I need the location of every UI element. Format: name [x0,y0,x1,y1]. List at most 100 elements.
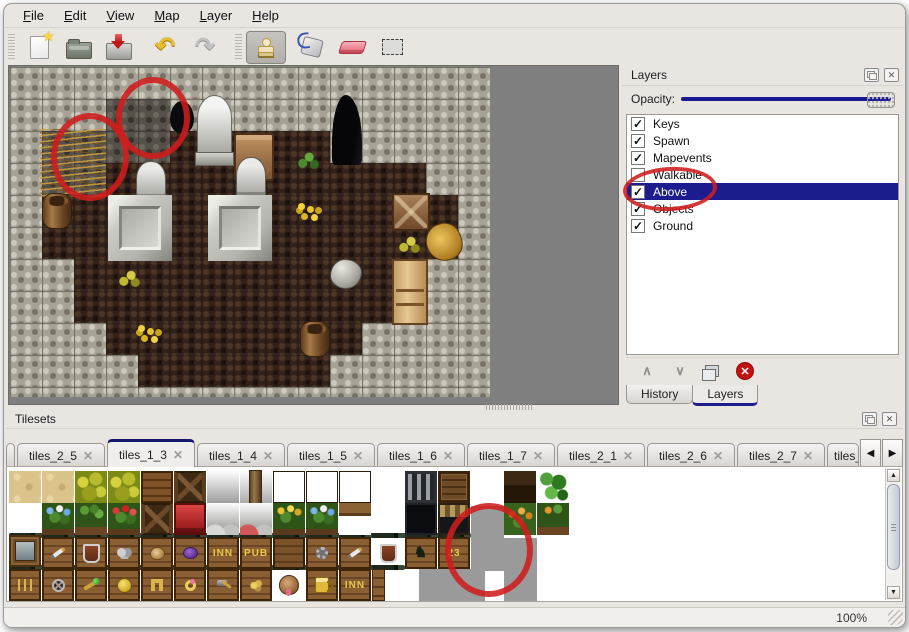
tileset-tile-pot[interactable] [141,537,173,569]
float-icon[interactable] [862,412,877,426]
tab-close-icon[interactable]: ✕ [443,449,453,463]
map-tile[interactable] [42,227,74,259]
tileset-tile-sword[interactable] [42,537,74,569]
map-tile[interactable] [74,67,106,99]
map-tile[interactable] [74,259,106,291]
tileset-tile-armor[interactable] [108,537,140,569]
tileset-tile-bush[interactable] [108,471,140,503]
delete-layer-button[interactable]: ✕ [735,362,755,380]
tileset-tile-flowers-blue[interactable] [306,503,338,535]
tab-close-icon[interactable]: ✕ [263,449,273,463]
map-tile[interactable] [362,131,394,163]
vertical-scrollbar[interactable]: ▲ ▼ [885,468,901,600]
map-tile[interactable] [458,99,490,131]
map-tile[interactable] [10,291,42,323]
map-tile[interactable] [458,163,490,195]
map-tile[interactable] [106,323,138,355]
map-tile[interactable] [330,387,362,397]
map-tile[interactable] [106,387,138,397]
tileset-tile-arch-red[interactable] [240,503,272,535]
map-tile[interactable] [426,131,458,163]
save-button[interactable] [99,31,139,64]
map-tile[interactable] [426,387,458,397]
tab-close-icon[interactable]: ✕ [353,449,363,463]
tileset-tile-awning[interactable] [438,503,470,535]
map-tile[interactable] [10,323,42,355]
map-tile[interactable] [42,323,74,355]
menu-edit[interactable]: Edit [55,6,95,25]
map-tile[interactable] [202,291,234,323]
map-tile[interactable] [138,259,170,291]
map-tile[interactable] [170,323,202,355]
toolbar-grip-2[interactable] [235,34,242,60]
map-tile[interactable] [74,323,106,355]
select-tool-button[interactable] [372,31,412,64]
map-tile[interactable] [426,99,458,131]
tab-scroll-right-icon[interactable]: ▶ [882,439,903,467]
tileset-tile-column[interactable] [240,471,272,503]
map-tile[interactable] [10,387,42,397]
map-tile[interactable] [42,291,74,323]
map-tile[interactable] [458,291,490,323]
tileset-tile-planter-orange[interactable] [537,503,569,535]
map-tile[interactable] [298,387,330,397]
map-tile[interactable] [362,259,394,291]
tileset-tile-foliage[interactable] [537,471,569,503]
layer-row-keys[interactable]: ✓Keys [627,115,898,132]
map-tile[interactable] [362,227,394,259]
map-canvas[interactable] [10,67,490,397]
map-tile[interactable] [170,67,202,99]
map-tile[interactable] [10,131,42,163]
tileset-tile-sword[interactable] [339,537,371,569]
map-tile[interactable] [394,387,426,397]
open-button[interactable] [59,31,99,64]
tileset-tile-horse[interactable]: ♞ [405,537,437,569]
tileset-tab-tiles_1_3[interactable]: tiles_1_3✕ [107,439,195,467]
tileset-tile-blackwin[interactable] [405,503,437,535]
map-tile[interactable] [10,99,42,131]
tileset-tile-balcony[interactable] [273,471,305,503]
map-tile[interactable] [234,291,266,323]
map-tile[interactable] [266,387,298,397]
map-tile[interactable] [42,259,74,291]
map-tile[interactable] [234,99,266,131]
tileset-tile-sand[interactable] [42,471,74,503]
map-tile[interactable] [426,323,458,355]
scroll-up-icon[interactable]: ▲ [887,469,900,482]
layer-row-walkable[interactable]: Walkable [627,166,898,183]
map-tile[interactable] [394,131,426,163]
map-tile[interactable] [138,291,170,323]
map-tile[interactable] [74,227,106,259]
map-tile[interactable] [426,259,458,291]
map-tile[interactable] [42,355,74,387]
map-tile[interactable] [458,259,490,291]
scrollbar-thumb[interactable] [887,484,900,570]
map-tile[interactable] [202,163,234,195]
map-tile[interactable] [298,67,330,99]
map-tile[interactable] [138,131,170,163]
map-tile[interactable] [10,355,42,387]
menu-view[interactable]: View [97,6,143,25]
map-tile[interactable] [362,163,394,195]
map-tile[interactable] [362,323,394,355]
map-tile[interactable] [106,99,138,131]
tileset-tile-23-sign[interactable]: 23 [438,537,470,569]
tileset-tab-tiles_1_4[interactable]: tiles_1_4✕ [197,443,285,467]
map-tile[interactable] [330,323,362,355]
tileset-tile-darkwood[interactable] [504,471,536,503]
tab-close-icon[interactable]: ✕ [803,449,813,463]
tileset-tile-windowt[interactable] [9,535,41,567]
tileset-tile-gray-blank[interactable] [419,569,485,601]
fill-tool-button[interactable] [292,31,332,64]
map-tile[interactable] [138,387,170,397]
layer-checkbox[interactable] [631,168,645,182]
map-tile[interactable] [362,291,394,323]
tileset-tile-flowers-blue[interactable] [42,503,74,535]
map-tile[interactable] [362,387,394,397]
map-tile[interactable] [362,195,394,227]
map-tile[interactable] [266,323,298,355]
tileset-tile-redbox[interactable] [174,503,206,535]
dock-tab-history[interactable]: History [626,385,693,404]
map-tile[interactable] [426,163,458,195]
map-tile[interactable] [10,259,42,291]
